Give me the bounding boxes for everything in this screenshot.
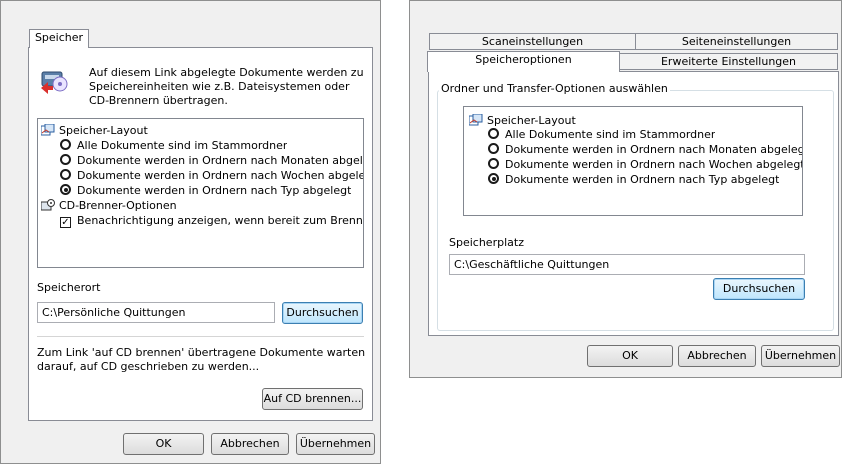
tab-scan-settings[interactable]: Scaneinstellungen (429, 33, 636, 50)
browse-button[interactable]: Durchsuchen (282, 302, 363, 324)
radio-button[interactable] (488, 158, 499, 169)
ok-button[interactable]: OK (123, 433, 204, 455)
scanner-settings-dialog: Scaneinstellungen Seiteneinstellungen Sp… (409, 0, 842, 378)
cancel-button[interactable]: Abbrechen (678, 345, 756, 367)
burn-cd-button[interactable]: Auf CD brennen... (262, 388, 363, 410)
radio-label: Dokumente werden in Ordnern nach Typ abg… (505, 173, 780, 186)
radio-monthly-folders[interactable]: Dokumente werden in Ordnern nach Monaten… (60, 153, 364, 168)
checkbox-burn-notification[interactable]: ✓ Benachrichtigung anzeigen, wenn bereit … (60, 213, 364, 228)
group-title: Ordner und Transfer-Optionen auswählen (439, 82, 670, 96)
radio-label: Dokumente werden in Ordnern nach Monaten… (77, 154, 364, 167)
burn-info-line-2: darauf, auf CD geschrieben zu werden... (37, 360, 260, 373)
location-input[interactable]: C:\Geschäftliche Quittungen (449, 254, 805, 275)
radio-label: Alle Dokumente sind im Stammordner (505, 128, 716, 141)
storage-dialog: Speicher Auf diesem Link abgelegte Dokum… (0, 0, 381, 464)
radio-button[interactable] (488, 143, 499, 154)
browse-button[interactable]: Durchsuchen (713, 278, 805, 300)
checkbox-label: Benachrichtigung anzeigen, wenn bereit z… (77, 214, 364, 227)
location-input[interactable]: C:\Persönliche Quittungen (37, 302, 275, 323)
radio-label: Dokumente werden in Ordnern nach Monaten… (505, 143, 803, 156)
radio-label: Dokumente werden in Ordnern nach Wochen … (77, 169, 364, 182)
layout-group-label: Speicher-Layout (59, 124, 148, 137)
radio-monthly-folders[interactable]: Dokumente werden in Ordnern nach Monaten… (488, 142, 803, 157)
tree-group-cd: CD-Brenner-Optionen (41, 198, 177, 213)
storage-layout-tree: Speicher-Layout Alle Dokumente sind im S… (463, 106, 803, 216)
radio-label: Alle Dokumente sind im Stammordner (77, 139, 288, 152)
burn-info-line-1: Zum Link 'auf CD brennen' übertragene Do… (37, 346, 366, 359)
tab-panel: Auf diesem Link abgelegte Dokumente werd… (28, 47, 373, 421)
apply-button[interactable]: Übernehmen (296, 433, 375, 455)
location-label: Speicherplatz (449, 236, 524, 249)
checkbox-checked[interactable]: ✓ (60, 217, 71, 228)
radio-type-folders[interactable]: Dokumente werden in Ordnern nach Typ abg… (60, 183, 351, 198)
tab-panel: Ordner und Transfer-Optionen auswählen S… (428, 71, 839, 336)
radio-button-selected[interactable] (60, 184, 71, 195)
storage-options-tree: Speicher-Layout Alle Dokumente sind im S… (37, 118, 364, 268)
divider (37, 336, 364, 337)
radio-button[interactable] (60, 139, 71, 150)
cd-burner-icon (41, 199, 55, 211)
description-line-1: Auf diesem Link abgelegte Dokumente werd… (89, 66, 364, 79)
radio-label: Dokumente werden in Ordnern nach Typ abg… (77, 184, 352, 197)
apply-button[interactable]: Übernehmen (761, 345, 840, 367)
radio-button[interactable] (60, 169, 71, 180)
location-label: Speicherort (37, 281, 101, 294)
tab-advanced-settings[interactable]: Erweiterte Einstellungen (619, 53, 838, 70)
tab-speicher[interactable]: Speicher (29, 29, 89, 48)
description-line-3: CD-Brennern übertragen. (89, 94, 228, 107)
layout-folder-icon (469, 113, 483, 126)
tree-group-layout: Speicher-Layout (469, 113, 576, 128)
radio-button-selected[interactable] (488, 173, 499, 184)
radio-label: Dokumente werden in Ordnern nach Wochen … (505, 158, 803, 171)
radio-weekly-folders[interactable]: Dokumente werden in Ordnern nach Wochen … (60, 168, 364, 183)
radio-type-folders[interactable]: Dokumente werden in Ordnern nach Typ abg… (488, 172, 779, 187)
radio-button[interactable] (488, 128, 499, 139)
tab-page-settings[interactable]: Seiteneinstellungen (635, 33, 838, 50)
radio-root-folder[interactable]: Alle Dokumente sind im Stammordner (488, 127, 715, 142)
tab-storage-options[interactable]: Speicheroptionen (427, 51, 620, 72)
radio-button[interactable] (60, 154, 71, 165)
layout-folder-icon (41, 123, 55, 136)
radio-root-folder[interactable]: Alle Dokumente sind im Stammordner (60, 138, 287, 153)
cd-group-label: CD-Brenner-Optionen (59, 199, 177, 212)
tree-group-layout: Speicher-Layout (41, 123, 148, 138)
radio-weekly-folders[interactable]: Dokumente werden in Ordnern nach Wochen … (488, 157, 803, 172)
description-line-2: Speichereinheiten wie z.B. Dateisystemen… (89, 80, 350, 93)
storage-device-icon (39, 66, 69, 94)
cancel-button[interactable]: Abbrechen (211, 433, 289, 455)
ok-button[interactable]: OK (587, 345, 673, 367)
layout-group-label: Speicher-Layout (487, 114, 576, 127)
